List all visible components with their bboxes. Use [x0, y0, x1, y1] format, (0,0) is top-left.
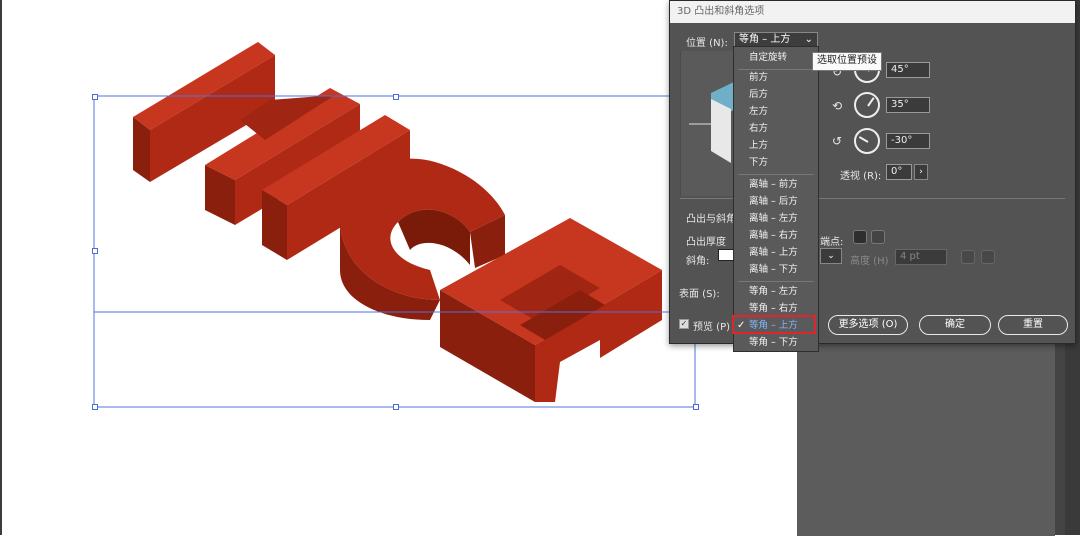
height-label: 高度 (H) — [850, 256, 889, 267]
more-options-button[interactable]: 更多选项 (O) — [828, 315, 908, 335]
preview-checkbox[interactable]: ✓ — [679, 319, 689, 329]
ok-button[interactable]: 确定 — [919, 315, 991, 335]
cap-on-icon[interactable] — [853, 230, 867, 244]
menu-item-offaxis-bottom[interactable]: 离轴 – 下方 — [734, 261, 818, 278]
perspective-field[interactable]: 0° — [886, 164, 912, 180]
menu-item-left[interactable]: 左方 — [734, 103, 818, 120]
y-rotation-field[interactable]: 35° — [886, 97, 930, 113]
cap-label: 端点: — [820, 237, 844, 248]
preview-label: 预览 (P) — [693, 322, 731, 333]
position-dropdown[interactable]: 等角 – 上方 ⌄ — [734, 32, 818, 47]
selection-highlight-box — [732, 315, 816, 334]
z-axis-icon: ↺ — [832, 134, 843, 148]
resize-handle-sw[interactable] — [92, 404, 98, 410]
reset-button[interactable]: 重置 — [998, 315, 1068, 335]
menu-item-offaxis-front[interactable]: 离轴 – 前方 — [734, 176, 818, 193]
y-axis-icon: ⟲ — [832, 99, 843, 113]
perspective-label: 透视 (R): — [840, 171, 882, 182]
position-preset-menu[interactable]: 自定旋转 前方 后方 左方 右方 上方 下方 离轴 – 前方 离轴 – 后方 离… — [733, 46, 819, 352]
resize-handle-s[interactable] — [393, 404, 399, 410]
height-field[interactable]: 4 pt — [895, 249, 947, 265]
bevel-label: 斜角: — [686, 256, 710, 267]
surface-label: 表面 (S): — [679, 289, 720, 300]
menu-item-top[interactable]: 上方 — [734, 137, 818, 154]
bevel-dropdown[interactable]: ⌄ — [820, 248, 842, 264]
extrude-section-label: 凸出与斜角 — [686, 214, 736, 225]
menu-item-offaxis-top[interactable]: 离轴 – 上方 — [734, 244, 818, 261]
resize-handle-nw[interactable] — [92, 94, 98, 100]
menu-item-iso-left[interactable]: 等角 – 左方 — [734, 283, 818, 300]
tooltip: 选取位置预设 — [812, 52, 882, 71]
dialog-title: 3D 凸出和斜角选项 — [670, 1, 1075, 23]
y-rotation-dial[interactable] — [854, 92, 880, 118]
bevel-swatch[interactable] — [718, 249, 734, 261]
x-rotation-field[interactable]: 45° — [886, 62, 930, 78]
extrude-depth-label: 凸出厚度 — [686, 237, 726, 248]
perspective-arrow-icon[interactable]: › — [914, 164, 928, 180]
menu-item-offaxis-right[interactable]: 离轴 – 右方 — [734, 227, 818, 244]
menu-item-bottom[interactable]: 下方 — [734, 154, 818, 171]
menu-item-back[interactable]: 后方 — [734, 86, 818, 103]
z-rotation-dial[interactable] — [854, 128, 880, 154]
resize-handle-n[interactable] — [393, 94, 399, 100]
menu-item-offaxis-back[interactable]: 离轴 – 后方 — [734, 193, 818, 210]
menu-item-front[interactable]: 前方 — [734, 69, 818, 86]
resize-handle-w[interactable] — [92, 248, 98, 254]
cube-preview[interactable] — [680, 51, 736, 196]
bevel-out-icon[interactable] — [961, 250, 975, 264]
z-rotation-field[interactable]: -30° — [886, 133, 930, 149]
menu-separator — [738, 281, 814, 282]
chevron-down-icon: ⌄ — [804, 34, 813, 45]
menu-separator — [738, 174, 814, 175]
cap-off-icon[interactable] — [871, 230, 885, 244]
menu-item-custom-rotation[interactable]: 自定旋转 — [734, 49, 818, 66]
bevel-in-icon[interactable] — [981, 250, 995, 264]
panel-body — [797, 340, 1055, 536]
cube-preview-graphic — [689, 81, 736, 163]
menu-item-offaxis-left[interactable]: 离轴 – 左方 — [734, 210, 818, 227]
position-label: 位置 (N): — [686, 38, 728, 49]
menu-item-right[interactable]: 右方 — [734, 120, 818, 137]
position-value: 等角 – 上方 — [739, 34, 791, 45]
resize-handle-se[interactable] — [693, 404, 699, 410]
menu-item-iso-bottom[interactable]: 等角 – 下方 — [734, 334, 818, 351]
